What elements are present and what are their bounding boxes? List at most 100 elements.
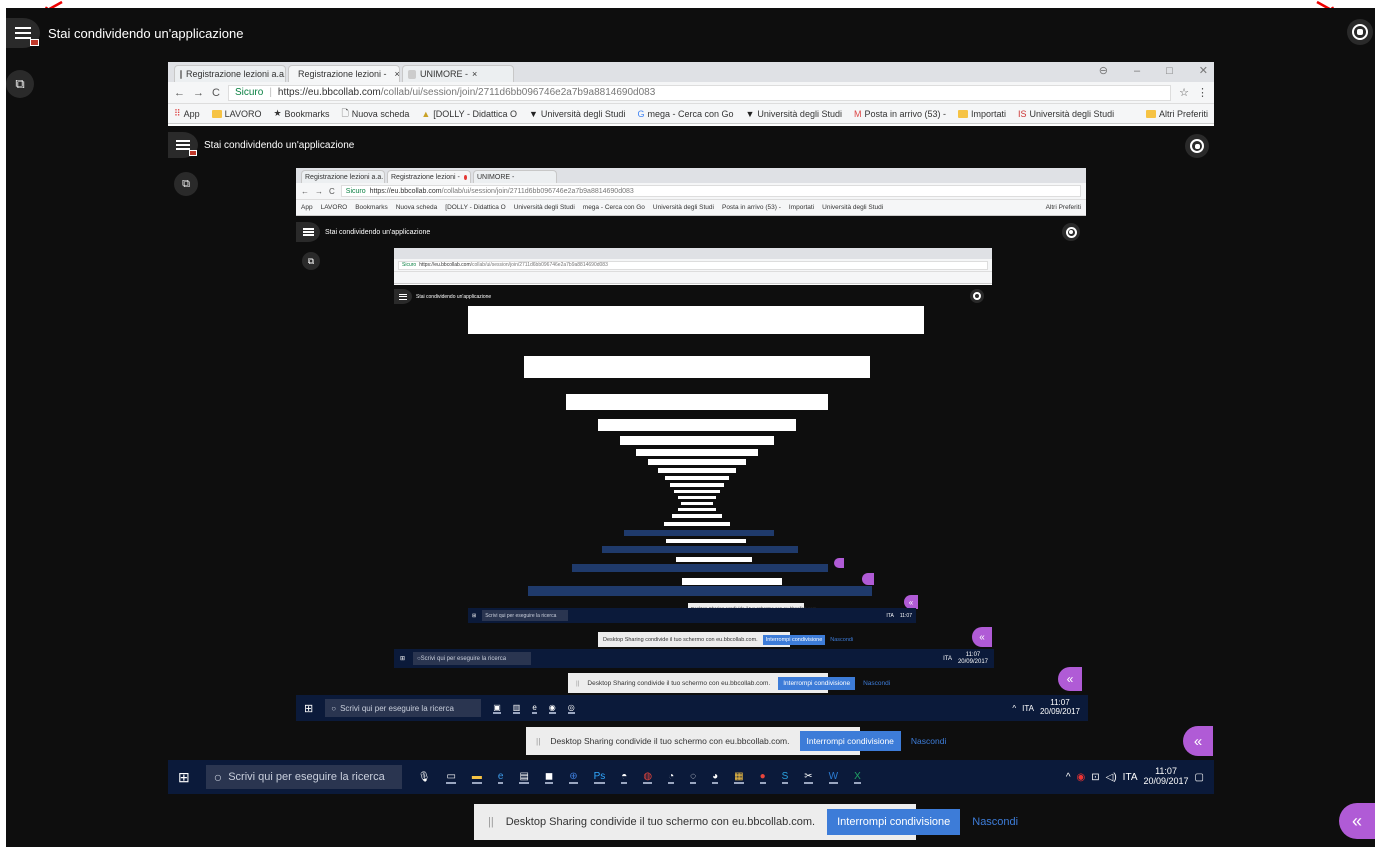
chevron-up-icon[interactable]: ^ <box>1066 772 1071 783</box>
chrome-icon[interactable]: ◍ <box>643 771 653 784</box>
camera-icon <box>189 150 197 156</box>
tray-app-icon[interactable]: ◉ <box>1077 772 1086 783</box>
clock[interactable]: 11:07 20/09/2017 <box>1144 766 1189 787</box>
bookmark-item[interactable]: ★ Bookmarks <box>273 108 329 119</box>
minimize-icon[interactable]: – <box>1134 62 1140 80</box>
share-content-icon[interactable]: ⧉ <box>302 252 320 270</box>
url-path: /collab/ui/session/join/2711d6bb096746e2… <box>380 87 656 98</box>
nested-notice <box>666 539 746 543</box>
app-icon[interactable]: ✂ <box>804 771 813 784</box>
tab-registrazione-2[interactable]: Registrazione lezioni - <box>387 170 471 183</box>
collapse-panel-button[interactable]: « <box>1183 726 1213 756</box>
hide-button[interactable]: Nascondi <box>972 816 1018 828</box>
url-input[interactable]: Sicuro https://eu.bbcollab.com/collab/ui/… <box>340 185 1081 197</box>
bookmark-item[interactable]: ▼ Università degli Studi <box>746 109 842 119</box>
nested-notice: || Desktop Sharing condivide il tuo scher… <box>568 673 890 693</box>
bookmark-item[interactable]: ▼ Università degli Studi <box>529 109 625 119</box>
bookmark-item[interactable]: M Posta in arrivo (53) - <box>854 109 946 119</box>
stop-sharing-button[interactable]: Interrompi condivisione <box>799 731 901 751</box>
volume-icon[interactable]: ◁) <box>1106 772 1117 783</box>
share-content-icon[interactable]: ⧉ <box>174 172 198 196</box>
app-icon[interactable]: ◕ <box>712 771 719 784</box>
start-button[interactable]: ⊞ <box>178 769 190 786</box>
url-host: https://eu.bbcollab.com <box>277 87 381 98</box>
app-icon[interactable]: ◔ <box>668 771 675 784</box>
app-icon[interactable]: ● <box>759 771 766 784</box>
reload-icon[interactable]: C <box>212 87 220 99</box>
stop-sharing-button[interactable] <box>1185 134 1209 158</box>
edge-icon[interactable]: e <box>497 771 504 784</box>
drag-handle[interactable]: || <box>488 816 494 828</box>
bookmark-item[interactable]: Gmega - Cerca con Go <box>637 109 733 119</box>
bookmark-item[interactable]: IS Università degli Studi <box>1018 109 1114 119</box>
network-icon[interactable]: ⊡ <box>1091 772 1099 783</box>
shared-browser-window: Registrazione lezioni a.a. Registrazione… <box>296 168 1086 216</box>
bookmark-other[interactable]: Altri Preferiti <box>1145 109 1208 119</box>
tab-unimore[interactable]: UNIMORE - <box>473 170 557 183</box>
stop-sharing-button[interactable] <box>1347 19 1373 45</box>
windows-taskbar: ⊞ ○ Scrivi qui per eseguire la ricerca 🎙︎… <box>168 760 1214 794</box>
nested-browser-window <box>524 356 870 378</box>
microphone-icon[interactable]: 🎙︎ <box>418 772 431 783</box>
collaborate-session-view: Stai condividendo un'applicazione ⧉ Regi… <box>6 8 1375 847</box>
nested-browser-window <box>664 522 730 526</box>
nested-taskbar: ⊞ ○ Scrivi qui per eseguire la ricerca I… <box>394 649 994 668</box>
photoshop-icon[interactable]: Ps <box>593 771 606 784</box>
tab-registrazione-1[interactable]: Registrazione lezioni a.a. <box>301 170 385 183</box>
app-icon[interactable]: ▦ <box>734 771 744 784</box>
url-input[interactable]: Sicuro | https://eu.bbcollab.com/collab/u… <box>227 84 1172 101</box>
share-header: Stai condividendo un'applicazione <box>6 18 243 48</box>
menu-icon[interactable]: ⋮ <box>1197 86 1208 99</box>
collapse-panel-button[interactable]: « <box>1058 667 1082 691</box>
task-view-icon[interactable]: ▭ <box>446 771 456 784</box>
bookmark-item[interactable]: Importati <box>958 109 1006 119</box>
app-icon[interactable]: ◓ <box>621 771 628 784</box>
star-icon[interactable]: ☆ <box>1179 86 1189 99</box>
nested-taskbar <box>624 530 774 536</box>
bookmark-item[interactable]: 🗋 Nuova scheda <box>342 106 410 122</box>
app-icon[interactable]: ◼ <box>544 771 554 784</box>
nested-taskbar <box>528 586 872 596</box>
close-icon[interactable]: ✕ <box>1199 62 1208 80</box>
bookmark-item[interactable]: ▲ [DOLLY - Didattica O <box>421 109 517 119</box>
excel-icon[interactable]: X <box>854 771 861 784</box>
address-bar: ← → C Sicuro | https://eu.bbcollab.com/coll… <box>168 82 1214 104</box>
word-icon[interactable]: W <box>828 771 839 784</box>
bookmark-item[interactable]: LAVORO <box>211 109 261 119</box>
bookmark-item[interactable]: ⠿ App <box>174 108 200 119</box>
nested-taskbar: ⊞ Scrivi qui per eseguire la ricerca ITA… <box>468 608 916 623</box>
back-icon[interactable]: ← <box>174 87 185 99</box>
share-content-icon[interactable]: ⧉ <box>6 70 34 98</box>
session-menu-button[interactable] <box>168 132 198 158</box>
nested-browser-window <box>681 502 713 505</box>
nested-browser-window <box>620 436 774 445</box>
forward-icon[interactable]: → <box>193 87 204 99</box>
app-icon[interactable]: ◌ <box>690 771 697 784</box>
nested-notice <box>676 557 752 562</box>
skype-icon[interactable]: S <box>781 771 789 784</box>
nested-notice: Desktop Sharing condivide il tuo schermo… <box>598 632 853 647</box>
language-indicator[interactable]: ITA <box>1123 772 1138 783</box>
stop-sharing-button[interactable]: Interrompi condivisione <box>827 809 961 835</box>
nested-browser-window <box>598 419 796 431</box>
file-explorer-icon[interactable]: ▬ <box>471 771 482 784</box>
taskbar-search-input[interactable]: ○ Scrivi qui per eseguire la ricerca <box>205 765 402 789</box>
maximize-icon[interactable]: □ <box>1166 62 1173 80</box>
nested-taskbar <box>572 564 828 572</box>
session-menu-button[interactable] <box>6 18 40 48</box>
tab-registrazione-1[interactable]: Registrazione lezioni a.a. × <box>174 65 286 82</box>
app-icon[interactable]: ⊕ <box>569 771 578 784</box>
stop-sharing-button[interactable] <box>1062 223 1080 241</box>
collapse-panel-button[interactable]: « <box>972 627 992 647</box>
profile-icon[interactable]: ⊖ <box>1099 62 1108 80</box>
tab-registrazione-2[interactable]: Registrazione lezioni - × <box>288 65 400 82</box>
nested-taskbar: ⊞ ○ Scrivi qui per eseguire la ricerca ▣… <box>296 695 1088 721</box>
notifications-icon[interactable]: ▢ <box>1195 772 1204 783</box>
hide-button[interactable]: Nascondi <box>911 736 946 746</box>
store-icon[interactable]: ▤ <box>519 771 529 784</box>
bookmarks-bar: App LAVORO Bookmarks Nuova scheda [DOLLY - D… <box>296 200 1086 216</box>
sharing-status-title: Stai condividendo un'applicazione <box>204 139 355 151</box>
share-header: Stai condividendo un'applicazione <box>296 222 430 242</box>
tab-unimore[interactable]: UNIMORE - × <box>402 65 514 82</box>
collapse-panel-button[interactable]: « <box>1339 803 1375 839</box>
